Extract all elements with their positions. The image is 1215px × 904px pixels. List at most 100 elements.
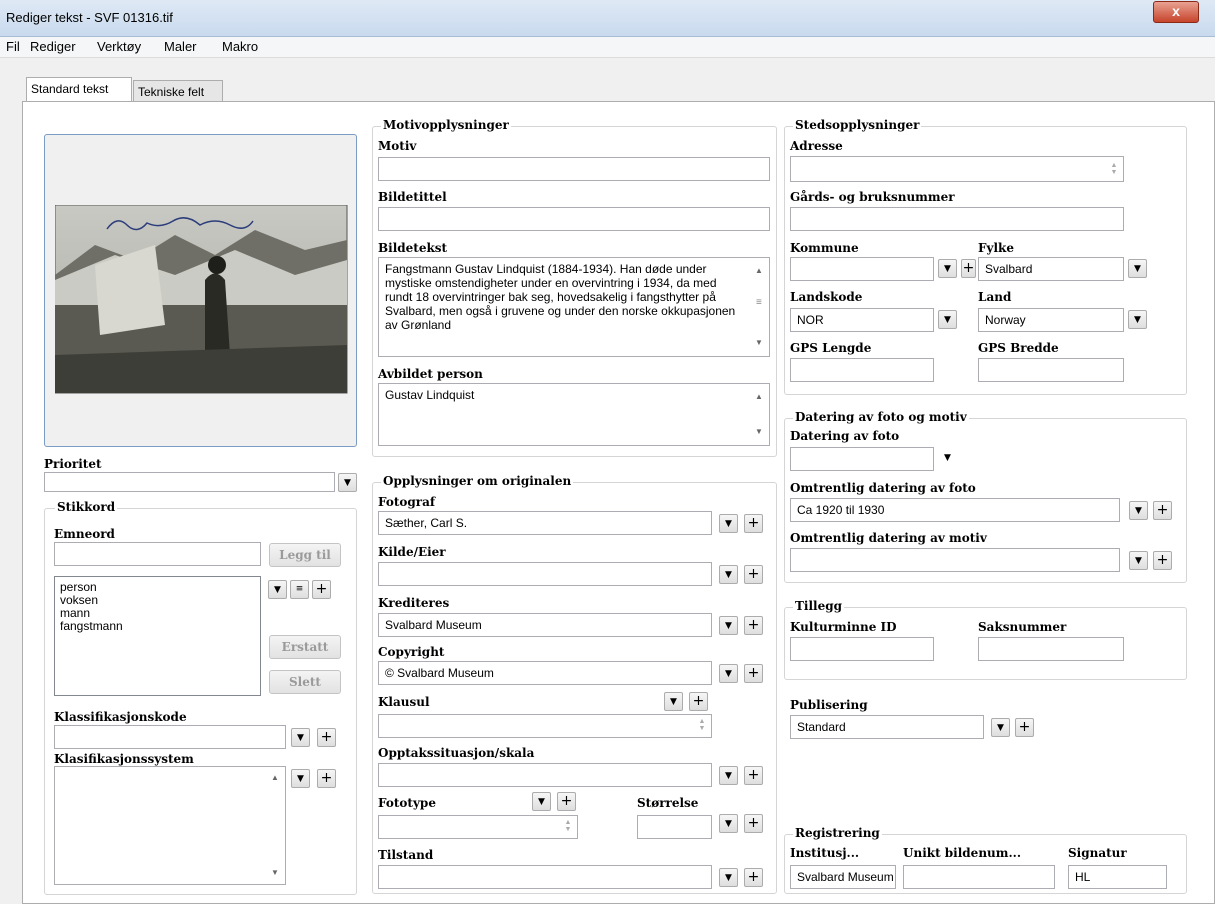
landskode-combo[interactable]: NOR bbox=[790, 308, 934, 332]
gards-input[interactable] bbox=[790, 207, 1124, 231]
menu-rediger[interactable]: Rediger bbox=[30, 39, 76, 54]
klausul-dropdown[interactable]: ▼ bbox=[664, 692, 683, 711]
scroll-down-icon[interactable]: ▼ bbox=[755, 336, 763, 350]
menu-maler[interactable]: Maler bbox=[164, 39, 197, 54]
add-keyword-button[interactable]: + bbox=[312, 580, 331, 599]
scroll-thumb-icon[interactable]: ≡ bbox=[756, 296, 762, 310]
kulturminne-input[interactable] bbox=[790, 637, 934, 661]
bildetittel-input[interactable] bbox=[378, 207, 770, 231]
add-storrelse-button[interactable]: + bbox=[744, 814, 763, 833]
fotograf-combo[interactable]: Sæther, Carl S. bbox=[378, 511, 712, 535]
keyword-list[interactable]: person voksen mann fangstmann bbox=[54, 576, 261, 696]
add-krediteres-button[interactable]: + bbox=[744, 616, 763, 635]
saksnummer-input[interactable] bbox=[978, 637, 1124, 661]
gps-lengde-input[interactable] bbox=[790, 358, 934, 382]
add-klassifikasjonskode-button[interactable]: + bbox=[317, 728, 336, 747]
keyword-dropdown[interactable]: ▼ bbox=[268, 580, 287, 599]
gps-lengde-label: GPS Lengde bbox=[790, 341, 872, 355]
spinner-icon[interactable]: ▲ ▼ bbox=[1108, 162, 1120, 178]
kommune-dropdown[interactable]: ▼ bbox=[938, 259, 957, 278]
avbildet-textarea[interactable]: Gustav Lindquist ▲ ▼ bbox=[378, 383, 770, 446]
motiv-input[interactable] bbox=[378, 157, 770, 181]
prioritet-combo[interactable] bbox=[44, 472, 335, 492]
omtr-foto-combo[interactable]: Ca 1920 til 1930 bbox=[790, 498, 1120, 522]
emneord-input[interactable] bbox=[54, 542, 261, 566]
klasifikasjonssystem-textarea[interactable]: ▲ ▼ bbox=[54, 766, 286, 885]
slett-button[interactable]: Slett bbox=[269, 670, 341, 694]
adresse-input[interactable]: ▲ ▼ bbox=[790, 156, 1124, 182]
scroll-up-icon[interactable]: ▲ bbox=[271, 771, 279, 785]
bildetekst-textarea[interactable]: Fangstmann Gustav Lindquist (1884-1934).… bbox=[378, 257, 770, 357]
tab-tekniske-felt[interactable]: Tekniske felt bbox=[133, 80, 223, 102]
opptak-combo[interactable] bbox=[378, 763, 712, 787]
signatur-input[interactable]: HL bbox=[1068, 865, 1167, 889]
klassifikasjonskode-combo[interactable] bbox=[54, 725, 286, 749]
spinner-icon[interactable]: ▲ ▼ bbox=[696, 718, 708, 734]
add-fotograf-button[interactable]: + bbox=[744, 514, 763, 533]
scroll-down-icon[interactable]: ▼ bbox=[755, 425, 763, 439]
add-publisering-button[interactable]: + bbox=[1015, 718, 1034, 737]
close-button[interactable]: x bbox=[1153, 1, 1199, 23]
publisering-combo[interactable]: Standard bbox=[790, 715, 984, 739]
gps-bredde-input[interactable] bbox=[978, 358, 1124, 382]
menu-fil[interactable]: Fil bbox=[6, 39, 20, 54]
fototype-dropdown[interactable]: ▼ bbox=[532, 792, 551, 811]
fylke-dropdown[interactable]: ▼ bbox=[1128, 259, 1147, 278]
tilstand-dropdown[interactable]: ▼ bbox=[719, 868, 738, 887]
omtr-motiv-combo[interactable] bbox=[790, 548, 1120, 572]
prioritet-dropdown[interactable]: ▼ bbox=[338, 473, 357, 492]
add-copyright-button[interactable]: + bbox=[744, 664, 763, 683]
kilde-dropdown[interactable]: ▼ bbox=[719, 565, 738, 584]
menu-makro[interactable]: Makro bbox=[222, 39, 258, 54]
krediteres-combo[interactable]: Svalbard Museum bbox=[378, 613, 712, 637]
storrelse-input[interactable] bbox=[637, 815, 712, 839]
publisering-dropdown[interactable]: ▼ bbox=[991, 718, 1010, 737]
scroll-up-icon[interactable]: ▲ bbox=[755, 264, 763, 278]
landskode-dropdown[interactable]: ▼ bbox=[938, 310, 957, 329]
copyright-dropdown[interactable]: ▼ bbox=[719, 664, 738, 683]
tilstand-combo[interactable] bbox=[378, 865, 712, 889]
unikt-label: Unikt bildenum... bbox=[903, 846, 1021, 860]
add-omtr-foto-button[interactable]: + bbox=[1153, 501, 1172, 520]
tab-standard-tekst[interactable]: Standard tekst bbox=[26, 77, 132, 102]
fotograf-dropdown[interactable]: ▼ bbox=[719, 514, 738, 533]
kommune-combo[interactable] bbox=[790, 257, 934, 281]
fylke-combo[interactable]: Svalbard bbox=[978, 257, 1124, 281]
scroll-down-icon[interactable]: ▼ bbox=[271, 866, 279, 880]
legg-til-button[interactable]: Legg til bbox=[269, 543, 341, 567]
krediteres-dropdown[interactable]: ▼ bbox=[719, 616, 738, 635]
datering-foto-combo[interactable] bbox=[790, 447, 934, 471]
opptak-dropdown[interactable]: ▼ bbox=[719, 766, 738, 785]
kilde-combo[interactable] bbox=[378, 562, 712, 586]
klassifikasjonskode-dropdown[interactable]: ▼ bbox=[291, 728, 310, 747]
add-klausul-button[interactable]: + bbox=[689, 692, 708, 711]
omtr-foto-dropdown[interactable]: ▼ bbox=[1129, 501, 1148, 520]
datering-foto-dropdown[interactable]: ▼ bbox=[938, 449, 957, 468]
scrollbar[interactable]: ▲ ▼ bbox=[752, 384, 769, 445]
storrelse-dropdown[interactable]: ▼ bbox=[719, 814, 738, 833]
add-opptak-button[interactable]: + bbox=[744, 766, 763, 785]
spinner-icon[interactable]: ▲ ▼ bbox=[562, 819, 574, 835]
scrollbar[interactable]: ▲ ≡ ▼ bbox=[752, 258, 769, 356]
add-omtr-motiv-button[interactable]: + bbox=[1153, 551, 1172, 570]
klausul-input[interactable]: ▲ ▼ bbox=[378, 714, 712, 738]
omtr-motiv-dropdown[interactable]: ▼ bbox=[1129, 551, 1148, 570]
erstatt-button[interactable]: Erstatt bbox=[269, 635, 341, 659]
add-kilde-button[interactable]: + bbox=[744, 565, 763, 584]
copyright-combo[interactable]: © Svalbard Museum bbox=[378, 661, 712, 685]
add-klasifikasjonssystem-button[interactable]: + bbox=[317, 769, 336, 788]
land-combo[interactable]: Norway bbox=[978, 308, 1124, 332]
fototype-input[interactable]: ▲ ▼ bbox=[378, 815, 578, 839]
scrollbar[interactable]: ▲ ▼ bbox=[268, 767, 285, 884]
list-icon[interactable]: ≡ bbox=[290, 580, 309, 599]
list-item[interactable]: fangstmann bbox=[60, 620, 255, 633]
add-fototype-button[interactable]: + bbox=[557, 792, 576, 811]
add-tilstand-button[interactable]: + bbox=[744, 868, 763, 887]
institusjon-input[interactable]: Svalbard Museum bbox=[790, 865, 896, 889]
add-kommune-button[interactable]: + bbox=[961, 259, 976, 278]
menu-verktoy[interactable]: Verktøy bbox=[97, 39, 141, 54]
klasifikasjonssystem-dropdown[interactable]: ▼ bbox=[291, 769, 310, 788]
land-dropdown[interactable]: ▼ bbox=[1128, 310, 1147, 329]
unikt-input[interactable] bbox=[903, 865, 1055, 889]
scroll-up-icon[interactable]: ▲ bbox=[755, 390, 763, 404]
